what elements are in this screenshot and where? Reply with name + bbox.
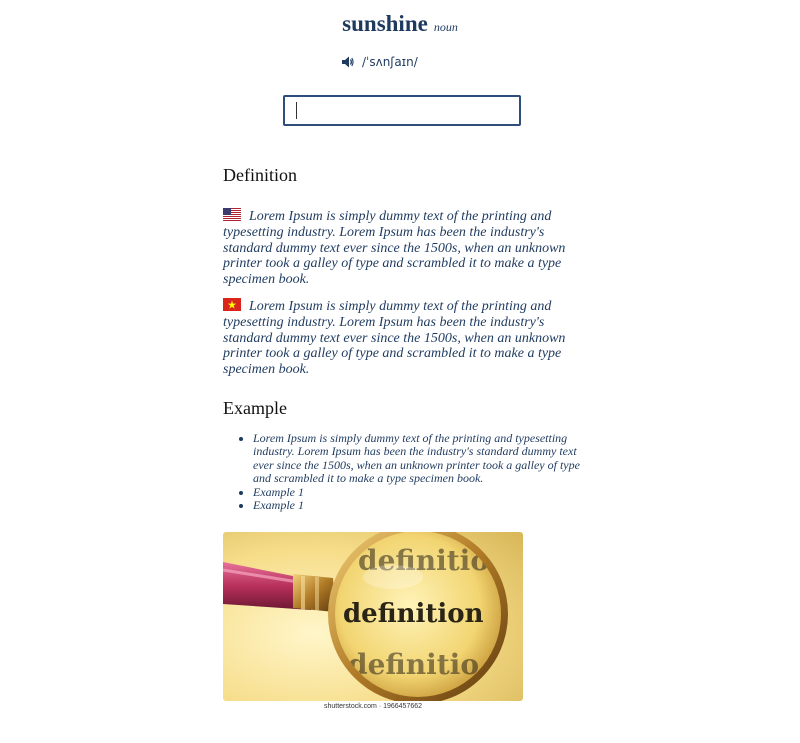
example-item: Lorem Ipsum is simply dummy text of the … — [253, 431, 588, 486]
lens-text-bottom: definitio — [348, 648, 479, 681]
example-item: Example 1 — [253, 498, 588, 512]
text-caret — [296, 102, 297, 119]
definition-entry-english: Lorem Ipsum is simply dummy text of the … — [223, 208, 568, 288]
image-credit: shutterstock.com · 1966457662 — [323, 703, 423, 710]
lens-text-main: definition — [343, 599, 484, 629]
speaker-icon[interactable] — [341, 55, 354, 69]
definition-entry-vietnamese: Lorem Ipsum is simply dummy text of the … — [223, 298, 568, 378]
definition-illustration: definitio definition definitio — [223, 532, 523, 701]
part-of-speech: noun — [433, 20, 458, 34]
example-heading: Example — [223, 398, 287, 418]
word-header: sunshine noun — [0, 11, 800, 37]
definition-text: Lorem Ipsum is simply dummy text of the … — [223, 299, 566, 378]
phonetic-transcription: /ˈsʌnʃaɪn/ — [362, 55, 418, 69]
headword: sunshine — [342, 11, 428, 36]
us-flag-icon — [223, 208, 241, 221]
pronunciation-row: /ˈsʌnʃaɪn/ — [341, 55, 418, 69]
search-input[interactable] — [283, 95, 521, 126]
definition-heading: Definition — [223, 165, 297, 185]
example-list: Lorem Ipsum is simply dummy text of the … — [223, 431, 588, 512]
definition-text: Lorem Ipsum is simply dummy text of the … — [223, 209, 566, 288]
vietnam-flag-icon — [223, 298, 241, 311]
example-item: Example 1 — [253, 485, 588, 499]
